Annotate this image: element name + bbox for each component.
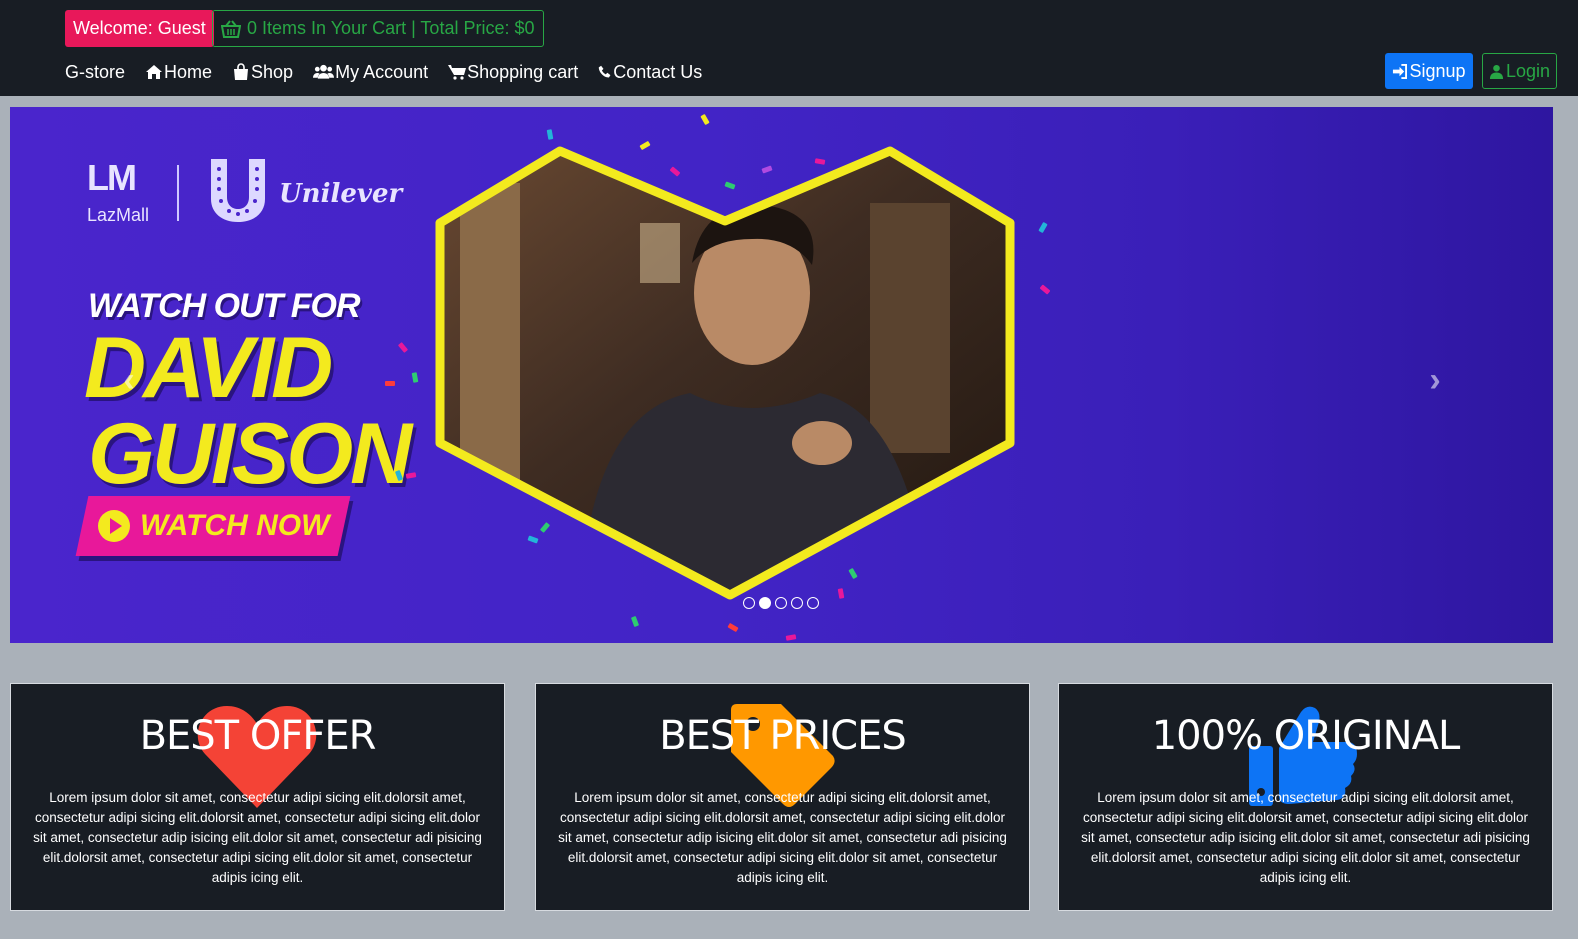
nav-home-label: Home bbox=[164, 61, 213, 82]
watch-now-button[interactable]: WATCH NOW bbox=[75, 496, 351, 556]
lazmall-logo-text: LazMall bbox=[87, 205, 150, 225]
feature-text: Lorem ipsum dolor sit amet, consectetur … bbox=[558, 790, 1007, 885]
confetti-piece bbox=[411, 372, 419, 383]
nav-shopping-cart-label: Shopping cart bbox=[467, 61, 579, 82]
nav-shopping-cart[interactable]: Shopping cart bbox=[448, 62, 578, 83]
carousel-indicators bbox=[743, 597, 819, 609]
carousel-next-button[interactable]: › bbox=[1420, 363, 1450, 397]
nav-home[interactable]: Home bbox=[145, 62, 212, 83]
photo-area bbox=[440, 151, 1010, 595]
feature-card-best-prices: BEST PRICES Lorem ipsum dolor sit amet, … bbox=[535, 683, 1030, 911]
banner-headline-name-2: GUISON bbox=[88, 406, 412, 502]
carousel-indicator[interactable] bbox=[743, 597, 755, 609]
users-icon bbox=[313, 64, 335, 79]
confetti-piece bbox=[1038, 221, 1048, 234]
shopping-cart-icon bbox=[448, 65, 467, 80]
feature-title: 100% ORIGINAL bbox=[1151, 713, 1461, 759]
basket-icon bbox=[221, 19, 241, 38]
carousel-prev-button[interactable]: ‹ bbox=[114, 363, 144, 397]
feature-text: Lorem ipsum dolor sit amet, consectetur … bbox=[33, 790, 482, 885]
confetti-piece bbox=[546, 129, 554, 140]
home-icon bbox=[146, 65, 163, 79]
top-navbar: Welcome: Guest 0 Items In Your Cart | To… bbox=[0, 0, 1578, 96]
confetti-piece bbox=[727, 622, 739, 633]
nav-contact-us[interactable]: Contact Us bbox=[598, 62, 702, 83]
feature-card-best-offer: BEST OFFER Lorem ipsum dolor sit amet, c… bbox=[10, 683, 505, 911]
shopping-bag-icon bbox=[234, 63, 249, 80]
lazmall-logo-mark: LM bbox=[87, 157, 137, 198]
nav-contact-us-label: Contact Us bbox=[613, 61, 703, 82]
nav-shop[interactable]: Shop bbox=[232, 62, 293, 83]
confetti-piece bbox=[630, 615, 640, 628]
user-icon bbox=[1489, 64, 1504, 79]
carousel-indicator[interactable] bbox=[775, 597, 787, 609]
carousel-indicator[interactable] bbox=[791, 597, 803, 609]
feature-card-original: 100% ORIGINAL Lorem ipsum dolor sit amet… bbox=[1058, 683, 1553, 911]
nav-my-account-label: My Account bbox=[335, 61, 429, 82]
confetti-piece bbox=[1039, 284, 1051, 295]
cart-summary-button[interactable]: 0 Items In Your Cart | Total Price: $0 bbox=[212, 10, 544, 47]
carousel-indicator[interactable] bbox=[807, 597, 819, 609]
nav-shop-label: Shop bbox=[251, 61, 294, 82]
login-button[interactable]: Login bbox=[1482, 53, 1557, 89]
brand-link[interactable]: G-store bbox=[65, 62, 125, 83]
signup-button[interactable]: Signup bbox=[1385, 53, 1473, 89]
cart-summary-text: 0 Items In Your Cart | Total Price: $0 bbox=[247, 18, 535, 38]
phone-icon bbox=[598, 65, 611, 78]
main-nav: G-store Home Shop My Account Shopping ca… bbox=[65, 58, 722, 86]
play-icon bbox=[98, 510, 130, 542]
nav-my-account[interactable]: My Account bbox=[313, 62, 428, 83]
welcome-badge: Welcome: Guest bbox=[65, 10, 214, 47]
feature-text: Lorem ipsum dolor sit amet, consectetur … bbox=[1081, 790, 1530, 885]
carousel-indicator[interactable] bbox=[759, 597, 771, 609]
heart-photo-frame bbox=[435, 146, 1015, 600]
login-label: Login bbox=[1505, 60, 1551, 81]
feature-title: BEST PRICES bbox=[659, 713, 907, 759]
confetti-piece bbox=[405, 472, 417, 479]
logo-divider bbox=[177, 165, 179, 221]
watch-now-label: WATCH NOW bbox=[140, 509, 330, 542]
confetti-piece bbox=[385, 381, 395, 386]
unilever-u-logo-icon bbox=[211, 159, 265, 222]
sign-in-icon bbox=[1393, 63, 1408, 79]
confetti-piece bbox=[700, 113, 710, 126]
confetti-piece bbox=[397, 342, 409, 353]
feature-title: BEST OFFER bbox=[139, 713, 377, 759]
signup-label: Signup bbox=[1409, 60, 1466, 81]
banner-carousel[interactable]: LM LazMall Unilever WATCH OUT FOR DAVID … bbox=[10, 107, 1553, 643]
unilever-logo-text: Unilever bbox=[279, 179, 403, 209]
confetti-piece bbox=[785, 634, 797, 641]
